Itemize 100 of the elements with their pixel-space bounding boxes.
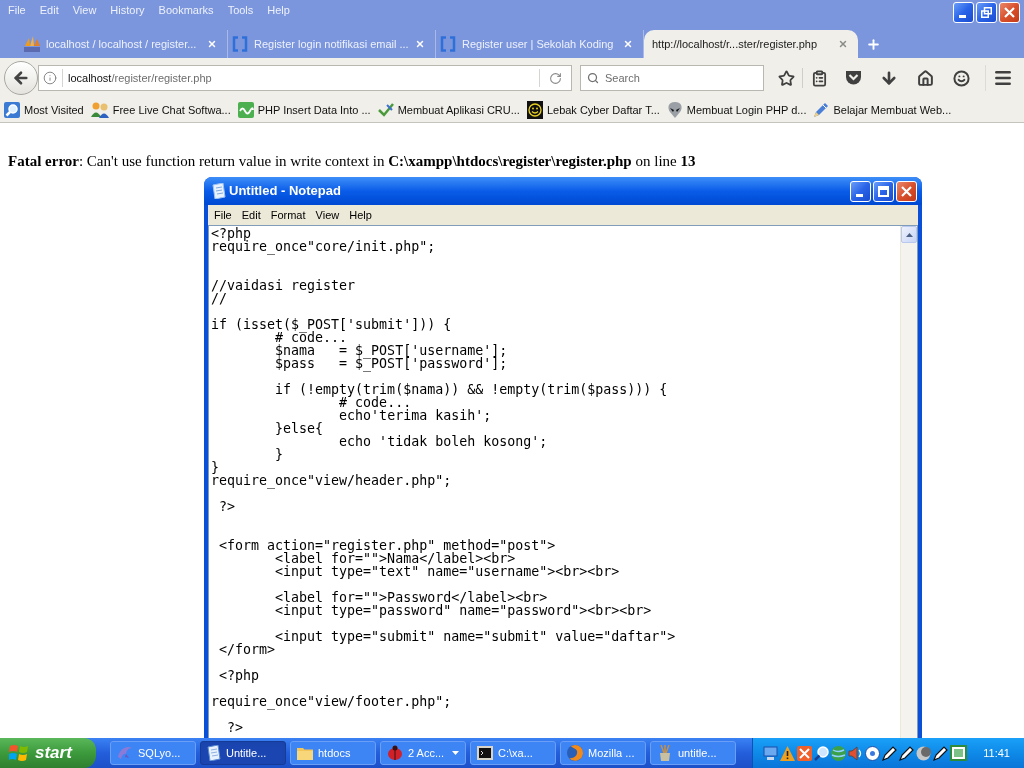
- people-icon: [90, 102, 109, 118]
- warning-icon[interactable]: [780, 745, 795, 761]
- search-icon: [587, 72, 599, 84]
- code-line: require_once"core/init.php";: [211, 240, 436, 253]
- bookmark-item[interactable]: Most Visited: [4, 101, 84, 119]
- menu-item[interactable]: Bookmarks: [151, 1, 221, 19]
- error-message: Fatal error: Can't use function return value in write context in C:\xampp\htdocs\register\register.php on line 13: [8, 152, 696, 170]
- menu-item[interactable]: File: [1, 1, 33, 19]
- window-title: Untitled - Notepad: [229, 182, 341, 201]
- globe-icon: [567, 745, 583, 761]
- brackets-icon: [440, 36, 456, 52]
- pen-icon[interactable]: [899, 745, 914, 761]
- back-button[interactable]: [4, 61, 38, 95]
- taskbar-button[interactable]: htdocs: [290, 741, 376, 765]
- restore-button[interactable]: [976, 2, 997, 23]
- speaker-icon[interactable]: [848, 745, 863, 761]
- menu-item[interactable]: Edit: [236, 206, 266, 224]
- bookmark-item[interactable]: Membuat Login PHP d...: [666, 101, 807, 119]
- address-field[interactable]: localhost/register/register.php: [38, 65, 572, 91]
- minimize-button[interactable]: [850, 180, 871, 202]
- pen-icon[interactable]: [882, 745, 897, 761]
- code-line: require_once"view/footer.php";: [211, 695, 452, 708]
- code-line: </form>: [219, 643, 276, 656]
- bookmark-item[interactable]: PHP Insert Data Into ...: [237, 101, 371, 119]
- code-line: //: [211, 292, 227, 305]
- menu-item[interactable]: History: [103, 1, 152, 19]
- taskbar-button[interactable]: Mozilla ...: [560, 741, 646, 765]
- close-button[interactable]: [999, 2, 1020, 23]
- close-icon[interactable]: [838, 39, 848, 49]
- dolphin-icon: [117, 745, 133, 761]
- disc-icon[interactable]: [865, 745, 880, 761]
- code-line: <input type="submit" name="submit" value="daftar">: [275, 630, 676, 643]
- code-line: <input type="text" name="username"><br><br>: [275, 565, 620, 578]
- download-icon[interactable]: [880, 69, 898, 87]
- taskbar-button[interactable]: SQLyo...: [110, 741, 196, 765]
- menu-item[interactable]: View: [65, 1, 104, 19]
- start-button[interactable]: start: [0, 738, 96, 768]
- browser-tab[interactable]: http://localhost/r...ster/register.php: [644, 30, 858, 58]
- framed-tile-icon[interactable]: [950, 745, 967, 761]
- menu-item[interactable]: Help: [344, 206, 377, 224]
- new-tab-icon[interactable]: [866, 36, 881, 52]
- code-line: <?php: [219, 669, 260, 682]
- scrollbar[interactable]: [900, 226, 917, 738]
- reload-icon[interactable]: [549, 71, 562, 85]
- taskbar-button[interactable]: untitle...: [650, 741, 736, 765]
- menu-item[interactable]: Help: [260, 1, 297, 19]
- grid-icon[interactable]: [797, 745, 812, 761]
- chevron-badge-icon[interactable]: [844, 70, 862, 86]
- taskbar-button[interactable]: C:\xa...: [470, 741, 556, 765]
- code-line: <label for="">Nama</label><br>: [275, 552, 516, 565]
- code-line: $nama = $_POST['username'];: [275, 344, 508, 357]
- bookmark-item[interactable]: Free Live Chat Softwa...: [90, 101, 231, 119]
- search-field[interactable]: Search: [580, 65, 764, 91]
- dropdown-arrow-icon: [452, 751, 459, 755]
- menu-item[interactable]: Tools: [220, 1, 261, 19]
- taskbar-button[interactable]: 2 Acc...: [380, 741, 466, 765]
- code-line: echo'terima kasih';: [339, 409, 492, 422]
- smiley-icon: [526, 101, 543, 119]
- close-button[interactable]: [896, 180, 917, 202]
- notepad-icon: [207, 745, 221, 761]
- menu-icon[interactable]: [993, 68, 1013, 88]
- code-line: //vaidasi register: [211, 279, 356, 292]
- clock: 11:41: [983, 745, 1010, 761]
- bookmark-item[interactable]: Membuat Aplikasi CRU...: [377, 101, 520, 119]
- maximize-icon: [878, 185, 889, 197]
- minimize-button[interactable]: [953, 2, 974, 23]
- notepad-icon: [212, 183, 226, 199]
- code-line: ?>: [219, 500, 236, 513]
- code-line: <label for="">Password</label><br>: [275, 591, 548, 604]
- bookmark-item[interactable]: Belajar Membuat Web...: [813, 101, 952, 119]
- code-line: if (!empty(trim($nama)) && !empty(trim($pass))) {: [275, 383, 668, 396]
- bookmark-item[interactable]: Lebak Cyber Daftar T...: [526, 101, 660, 119]
- folder-icon: [297, 746, 313, 760]
- info-icon[interactable]: [43, 71, 57, 85]
- caret-up-icon: [905, 232, 913, 237]
- menu-item[interactable]: File: [209, 206, 237, 224]
- code-line: <form action="register.php" method="post">: [219, 539, 556, 552]
- computer-icon[interactable]: [763, 745, 778, 761]
- magnifier-icon[interactable]: [814, 745, 829, 761]
- console-icon: [477, 746, 493, 760]
- code-line: <?php: [211, 227, 252, 240]
- code-line: }: [275, 448, 284, 461]
- menu-item[interactable]: Edit: [32, 1, 66, 19]
- code-line: }: [211, 461, 219, 474]
- windows-flag-icon: [9, 744, 29, 762]
- beetle-icon: [387, 745, 403, 761]
- scroll-up-button[interactable]: [901, 226, 917, 243]
- menu-item[interactable]: Format: [265, 206, 311, 224]
- taskbar-button[interactable]: Untitle...: [200, 741, 286, 765]
- pen-icon: [813, 102, 830, 118]
- restore-icon: [981, 7, 992, 18]
- pen-icon[interactable]: [933, 745, 948, 761]
- smiley-icon[interactable]: [952, 69, 970, 87]
- maximize-button[interactable]: [873, 180, 894, 202]
- star-icon[interactable]: [777, 69, 795, 87]
- code-line: require_once"view/header.php";: [211, 474, 452, 487]
- home-icon[interactable]: [916, 69, 934, 87]
- wave-tile-icon: [237, 102, 254, 118]
- menu-item[interactable]: View: [310, 206, 345, 224]
- clipboard-icon[interactable]: [810, 69, 828, 87]
